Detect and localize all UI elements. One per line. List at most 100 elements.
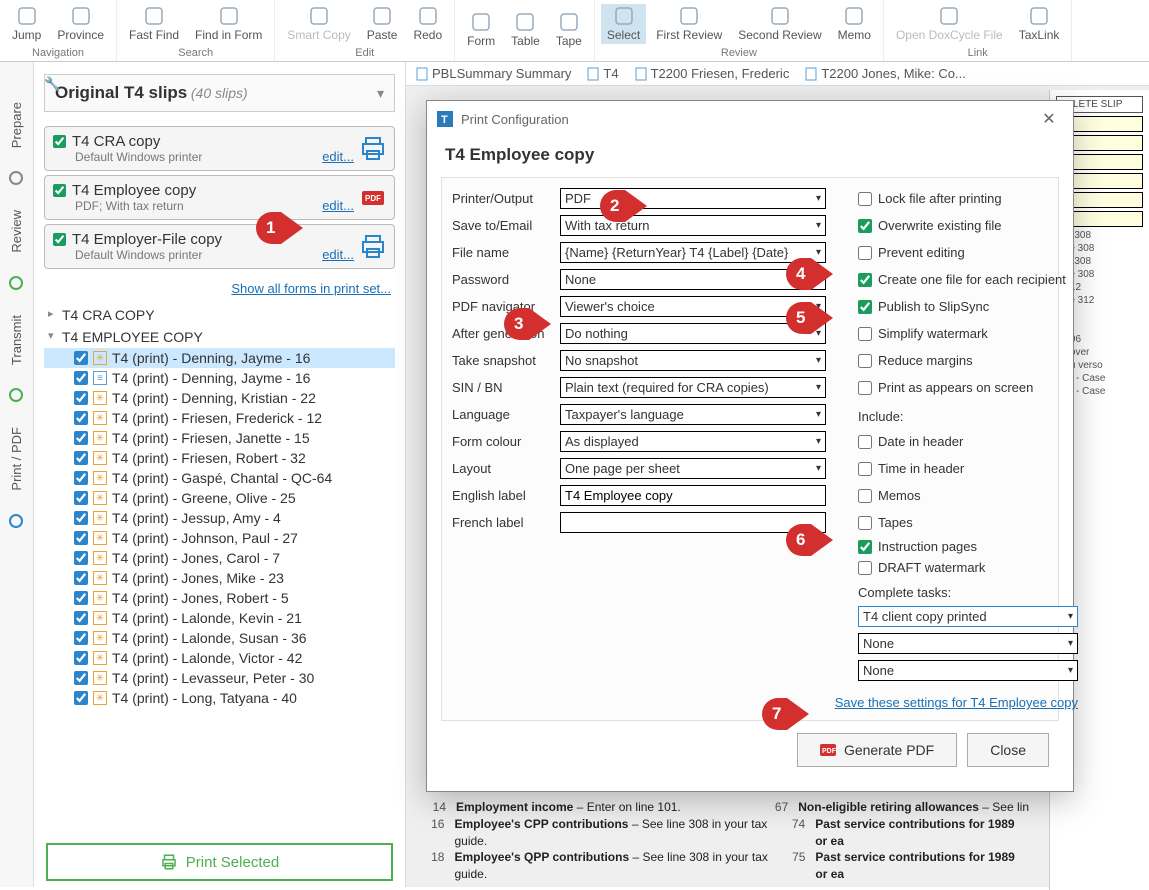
item-checkbox[interactable]	[74, 551, 88, 565]
print-set-card[interactable]: T4 Employee copyPDF; With tax returnedit…	[44, 175, 395, 220]
print-set-card[interactable]: T4 CRA copyDefault Windows printeredit..…	[44, 126, 395, 171]
field-language[interactable]: Taxpayer's language	[560, 404, 826, 425]
tree-item[interactable]: ✳T4 (print) - Lalonde, Susan - 36	[44, 628, 395, 648]
close-button[interactable]: ✕	[1035, 107, 1063, 131]
item-checkbox[interactable]	[74, 571, 88, 585]
tree-group[interactable]: T4 CRA COPY	[44, 304, 395, 326]
item-checkbox[interactable]	[74, 471, 88, 485]
item-checkbox[interactable]	[74, 531, 88, 545]
print-set-card[interactable]: T4 Employer-File copyDefault Windows pri…	[44, 224, 395, 269]
tree-item[interactable]: ✳T4 (print) - Gaspé, Chantal - QC-64	[44, 468, 395, 488]
option-overwrite-existing-file[interactable]: Overwrite existing file	[858, 218, 1078, 233]
dropdown-icon[interactable]: ▾	[377, 85, 384, 102]
complete-task-select[interactable]: None	[858, 660, 1078, 681]
tree-item[interactable]: ✳T4 (print) - Johnson, Paul - 27	[44, 528, 395, 548]
item-checkbox[interactable]	[74, 651, 88, 665]
vtab-review[interactable]: Review	[3, 194, 30, 269]
field-after-generation[interactable]: Do nothing	[560, 323, 826, 344]
document-tab[interactable]: T2200 Jones, Mike: Co...	[805, 66, 966, 81]
item-checkbox[interactable]	[74, 591, 88, 605]
edit-link[interactable]: edit...	[322, 198, 354, 213]
tree-item[interactable]: ✳T4 (print) - Friesen, Robert - 32	[44, 448, 395, 468]
item-checkbox[interactable]	[74, 351, 88, 365]
complete-task-select[interactable]: None	[858, 633, 1078, 654]
vtab-prepare[interactable]: Prepare	[3, 86, 30, 164]
complete-task-select[interactable]: T4 client copy printed	[858, 606, 1078, 627]
ribbon-province[interactable]: Province	[51, 4, 110, 44]
option-print-as-appears-on-screen[interactable]: Print as appears on screen	[858, 380, 1078, 395]
ribbon-table[interactable]: Table	[505, 10, 546, 50]
ribbon-second-review[interactable]: Second Review	[732, 4, 827, 44]
field-form-colour[interactable]: As displayed	[560, 431, 826, 452]
option-simplify-watermark[interactable]: Simplify watermark	[858, 326, 1078, 341]
item-checkbox[interactable]	[74, 371, 88, 385]
tree-item[interactable]: ✳T4 (print) - Long, Tatyana - 40	[44, 688, 395, 708]
tree-item[interactable]: ✳T4 (print) - Greene, Olive - 25	[44, 488, 395, 508]
field-french-label[interactable]	[560, 512, 826, 533]
tree-item[interactable]: ✳T4 (print) - Friesen, Frederick - 12	[44, 408, 395, 428]
item-checkbox[interactable]	[74, 511, 88, 525]
ribbon-tape[interactable]: Tape	[550, 10, 588, 50]
close-dialog-button[interactable]: Close	[967, 733, 1049, 767]
document-tab[interactable]: T2200 Friesen, Frederic	[635, 66, 790, 81]
vtab-transmit[interactable]: Transmit	[3, 299, 30, 381]
field-sin-bn[interactable]: Plain text (required for CRA copies)	[560, 377, 826, 398]
tree-item[interactable]: ✳T4 (print) - Lalonde, Victor - 42	[44, 648, 395, 668]
gear-icon[interactable]: 🔧	[44, 76, 60, 92]
tree-group[interactable]: T4 EMPLOYEE COPY	[44, 326, 395, 348]
ribbon-paste[interactable]: Paste	[361, 4, 404, 44]
card-checkbox[interactable]	[53, 184, 66, 197]
tree-item[interactable]: ✳T4 (print) - Jones, Robert - 5	[44, 588, 395, 608]
generate-pdf-button[interactable]: PDF Generate PDF	[797, 733, 957, 767]
tree-item[interactable]: ✳T4 (print) - Lalonde, Kevin - 21	[44, 608, 395, 628]
tree-item[interactable]: ✳T4 (print) - Jones, Carol - 7	[44, 548, 395, 568]
option-instruction-pages[interactable]: Instruction pages	[858, 539, 1078, 554]
field-layout[interactable]: One page per sheet	[560, 458, 826, 479]
ribbon-first-review[interactable]: First Review	[650, 4, 728, 44]
item-checkbox[interactable]	[74, 671, 88, 685]
field-take-snapshot[interactable]: No snapshot	[560, 350, 826, 371]
item-checkbox[interactable]	[74, 431, 88, 445]
card-checkbox[interactable]	[53, 135, 66, 148]
option-draft-watermark[interactable]: DRAFT watermark	[858, 560, 1078, 575]
show-all-forms-link[interactable]: Show all forms in print set...	[48, 281, 391, 296]
edit-link[interactable]: edit...	[322, 247, 354, 262]
ribbon-redo[interactable]: Redo	[407, 4, 448, 44]
ribbon-jump[interactable]: Jump	[6, 4, 47, 44]
item-checkbox[interactable]	[74, 411, 88, 425]
tree-item[interactable]: ≡T4 (print) - Denning, Jayme - 16	[44, 368, 395, 388]
slip-set-header[interactable]: Original T4 slips (40 slips) ▾	[44, 74, 395, 112]
option-publish-to-slipsync[interactable]: Publish to SlipSync	[858, 299, 1078, 314]
field-save-to-email[interactable]: With tax return	[560, 215, 826, 236]
save-settings-link[interactable]: Save these settings for T4 Employee copy	[834, 695, 1078, 710]
print-selected-button[interactable]: Print Selected	[46, 843, 393, 881]
option-create-one-file-for-each-recipient[interactable]: Create one file for each recipient	[858, 272, 1078, 287]
ribbon-taxlink[interactable]: TaxLink	[1013, 4, 1066, 44]
tree-item[interactable]: ✳T4 (print) - Denning, Kristian - 22	[44, 388, 395, 408]
item-checkbox[interactable]	[74, 631, 88, 645]
tree-item[interactable]: ✳T4 (print) - Jones, Mike - 23	[44, 568, 395, 588]
option-tapes[interactable]: Tapes	[858, 515, 1078, 530]
tree-item[interactable]: ✳T4 (print) - Denning, Jayme - 16	[44, 348, 395, 368]
ribbon-memo[interactable]: Memo	[832, 4, 877, 44]
vtab-print-pdf[interactable]: Print / PDF	[3, 411, 30, 507]
option-lock-file-after-printing[interactable]: Lock file after printing	[858, 191, 1078, 206]
document-tab[interactable]: PBLSummary Summary	[416, 66, 571, 81]
item-checkbox[interactable]	[74, 691, 88, 705]
item-checkbox[interactable]	[74, 611, 88, 625]
item-checkbox[interactable]	[74, 391, 88, 405]
ribbon-fast-find[interactable]: Fast Find	[123, 4, 185, 44]
option-date-in-header[interactable]: Date in header	[858, 434, 1078, 449]
ribbon-select[interactable]: Select	[601, 4, 646, 44]
ribbon-find-in-form[interactable]: Find in Form	[189, 4, 268, 44]
option-prevent-editing[interactable]: Prevent editing	[858, 245, 1078, 260]
document-tab[interactable]: T4	[587, 66, 618, 81]
tree-item[interactable]: ✳T4 (print) - Friesen, Janette - 15	[44, 428, 395, 448]
tree-item[interactable]: ✳T4 (print) - Jessup, Amy - 4	[44, 508, 395, 528]
edit-link[interactable]: edit...	[322, 149, 354, 164]
tree-item[interactable]: ✳T4 (print) - Levasseur, Peter - 30	[44, 668, 395, 688]
card-checkbox[interactable]	[53, 233, 66, 246]
item-checkbox[interactable]	[74, 491, 88, 505]
option-reduce-margins[interactable]: Reduce margins	[858, 353, 1078, 368]
option-time-in-header[interactable]: Time in header	[858, 461, 1078, 476]
